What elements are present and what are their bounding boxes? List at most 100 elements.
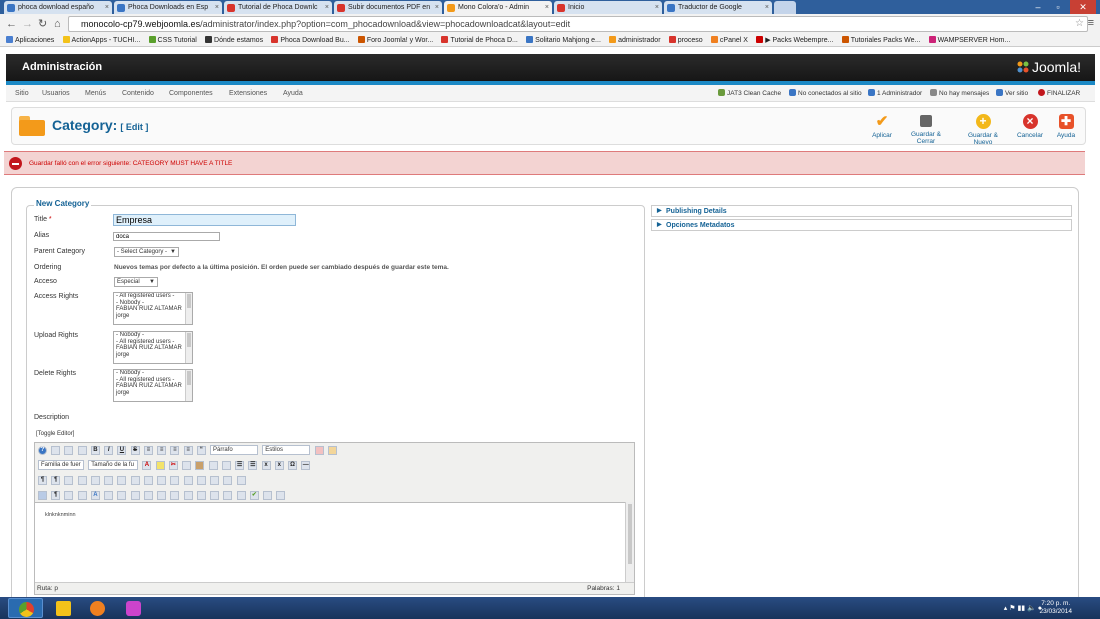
home-icon[interactable]: ⌂ [54,17,61,31]
horizontal-rule-icon[interactable]: — [301,461,311,470]
taskbar-app[interactable] [116,598,151,618]
bookmark-item[interactable]: ▶ Packs Webempre... [756,34,833,46]
editor-content-area[interactable]: klnknknminn [35,502,626,583]
insertion-icon[interactable] [157,491,167,500]
move-layer-icon[interactable] [77,491,87,500]
browser-tab[interactable]: Traductor de Google × [664,1,772,14]
cancel-button[interactable]: × Cancelar [1010,112,1050,139]
help-button[interactable]: ✚ Ayuda [1046,112,1086,139]
italic-icon[interactable]: I [104,446,114,455]
cut-icon[interactable]: ✂ [168,461,178,470]
save-new-button[interactable]: + Guardar & Nuevo [958,112,1008,146]
bookmark-star-icon[interactable]: ☆ [1075,17,1084,31]
list-option[interactable]: jorge [116,352,192,359]
browser-tab-active[interactable]: Mono Colora'o - Admin × [444,1,552,14]
bold-icon[interactable]: B [90,446,100,455]
listbox-scrollbar[interactable] [185,370,192,401]
bookmark-item[interactable]: Tutorial de Phoca D... [441,34,518,46]
parent-category-select[interactable]: - Select Category - ▼ [114,247,179,257]
template-icon[interactable] [276,491,286,500]
logout-link[interactable]: FINALIZAR [1038,85,1080,102]
show-blocks-icon[interactable]: ¶ [51,491,61,500]
tab-close-icon[interactable]: × [545,1,549,14]
listbox-scrollbar[interactable] [185,332,192,363]
url-input[interactable]: monocolo-cp79.webjoomla.es/administrator… [68,16,1088,32]
delete-row-icon[interactable] [183,476,193,485]
copy-icon[interactable] [182,461,192,470]
cleanup-icon[interactable] [327,446,337,455]
image-icon[interactable] [183,491,193,500]
align-center-icon[interactable]: ≡ [157,446,167,455]
bookmark-item[interactable]: proceso [668,34,703,46]
list-option[interactable]: - Nobody - [116,370,192,377]
bookmark-item[interactable]: Dónde estamos [205,34,263,46]
system-tray[interactable]: ▴ ⚑ ▮▮ 🔈 ● [1004,604,1042,612]
help-icon[interactable]: ? [38,446,47,455]
title-input[interactable] [113,214,296,226]
row-props-icon[interactable] [143,476,153,485]
bookmark-item[interactable]: Tutoriales Packs We... [841,34,920,46]
tab-close-icon[interactable]: × [325,1,329,14]
alias-input[interactable] [113,232,220,241]
bookmark-item[interactable]: ActionApps - TUCHI... [62,34,140,46]
highlight-icon[interactable] [155,461,165,470]
browser-tab[interactable]: phoca download españo × [4,1,112,14]
superscript-icon[interactable]: x [274,461,284,470]
reload-icon[interactable]: ↻ [38,17,47,31]
ltr-icon[interactable]: ¶ [38,476,47,485]
insert-layer-icon[interactable] [64,491,74,500]
close-window-icon[interactable]: ✕ [1070,0,1096,14]
subscript-icon[interactable]: x [261,461,271,470]
cell-props-icon[interactable] [157,476,167,485]
bookmark-item[interactable]: Phoca Download Bu... [271,34,350,46]
list-option[interactable]: jorge [116,313,192,320]
tab-close-icon[interactable]: × [435,1,439,14]
print-icon[interactable] [90,476,100,485]
replace-icon[interactable] [117,476,127,485]
taskbar-explorer[interactable] [46,598,81,618]
taskbar-firefox[interactable] [80,598,115,618]
toggle-editor-link[interactable]: [Toggle Editor] [36,431,74,437]
forward-icon[interactable]: → [22,17,33,31]
styles-select[interactable]: Estilos [262,445,311,455]
minimize-icon[interactable]: – [1030,0,1046,14]
clear-format-icon[interactable] [314,446,324,455]
acronym-icon[interactable] [130,491,140,500]
style-props-icon[interactable]: A [90,491,100,500]
list-option[interactable]: FABIAN RUIZ ALTAMAR [116,345,192,352]
taskbar-clock[interactable]: 7:20 p. m. 23/03/2014 [1039,600,1072,616]
spellcheck-icon[interactable]: ✔ [249,491,259,500]
browser-tab[interactable]: Inicio × [554,1,662,14]
link-icon[interactable] [210,491,220,500]
abbreviation-icon[interactable] [117,491,127,500]
save-close-button[interactable]: Guardar & Cerrar [902,112,950,145]
deletion-icon[interactable] [143,491,153,500]
font-size-select[interactable]: Tamaño de la fu [88,460,139,470]
attributes-icon[interactable] [170,491,180,500]
bookmark-item[interactable]: CSS Tutorial [148,34,197,46]
menu-item-ayuda[interactable]: Ayuda [283,85,303,102]
strikethrough-icon[interactable]: S [130,446,140,455]
bookmark-item[interactable]: WAMPSERVER Hom... [928,34,1010,46]
blockquote-icon[interactable]: “ [196,446,206,455]
bullet-list-icon[interactable]: ☰ [235,461,245,470]
taskbar-chrome[interactable] [8,598,43,618]
rtl-icon[interactable]: ¶ [51,476,61,485]
browser-tab[interactable]: Phoca Downloads en Esp × [114,1,222,14]
access-rights-list[interactable]: - All registered users - - Nobody - FABI… [113,292,193,325]
paste-word-icon[interactable] [221,461,231,470]
delete-rights-list[interactable]: - Nobody - - All registered users - FABI… [113,369,193,402]
bookmark-item[interactable]: Aplicaciones [6,34,54,46]
menu-item-usuarios[interactable]: Usuarios [42,85,70,102]
publishing-details-pane[interactable]: ▶ Publishing Details [651,205,1072,217]
anchor-icon[interactable] [196,491,206,500]
maximize-icon[interactable]: ▫ [1050,0,1066,14]
list-option[interactable]: FABIAN RUIZ ALTAMAR [116,383,192,390]
code-icon[interactable] [262,491,272,500]
special-char-icon[interactable]: Ω [288,461,298,470]
menu-item-menus[interactable]: Menús [85,85,106,102]
preview-icon[interactable] [77,476,87,485]
view-site-link[interactable]: Ver sitio [996,85,1028,102]
list-option[interactable]: FABIAN RUIZ ALTAMAR [116,306,192,313]
redo-icon[interactable] [77,446,87,455]
